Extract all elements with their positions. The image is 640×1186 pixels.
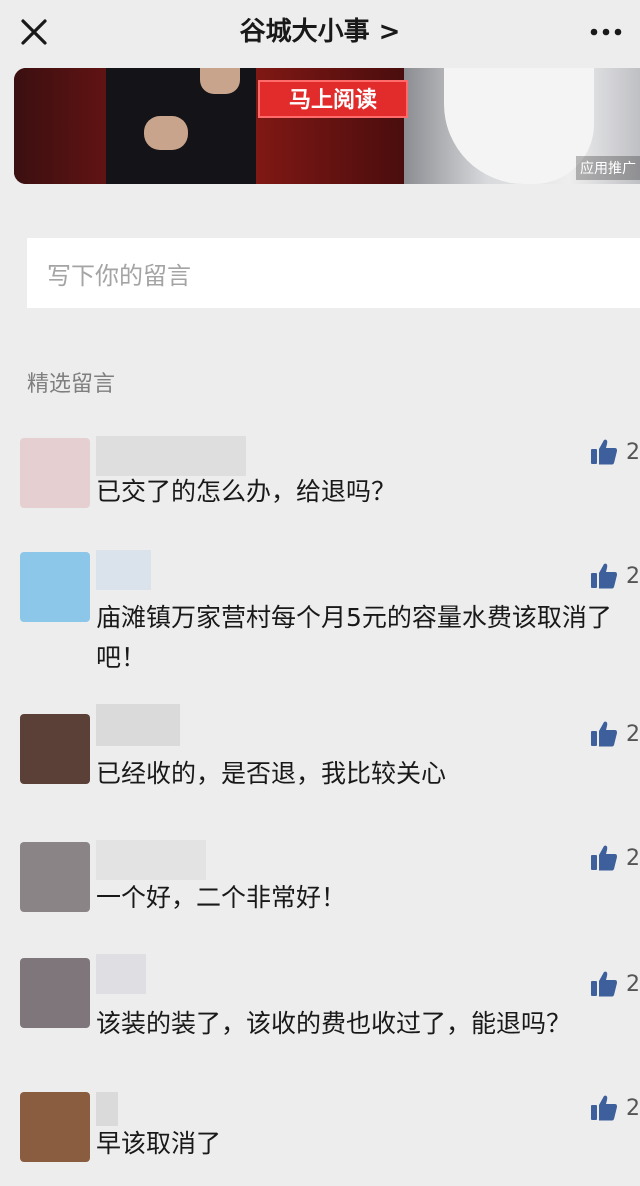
comment-text: 庙滩镇万家营村每个月5元的容量水费该取消了吧！ (96, 603, 612, 672)
comment-text: 一个好，二个非常好！ (96, 883, 347, 912)
avatar (20, 438, 90, 508)
thumbs-up-icon (591, 845, 617, 871)
like-count: 2 (626, 564, 640, 589)
like-count: 2 (626, 972, 640, 997)
featured-comments-label: 精选留言 (27, 372, 116, 397)
avatar (20, 552, 90, 622)
like-button[interactable]: 2 (590, 720, 640, 750)
ad-banner[interactable]: 马上阅读 应用推广 (14, 68, 640, 184)
comment-text: 该装的装了，该收的费也收过了，能退吗？ (96, 1009, 572, 1038)
username-blurred (96, 954, 146, 994)
like-button[interactable]: 2 (590, 1094, 640, 1124)
page-title[interactable]: 谷城大小事 > (0, 14, 640, 50)
comment-text: 早该取消了 (96, 1129, 222, 1158)
like-count: 2 (626, 722, 640, 747)
like-button[interactable]: 2 (590, 844, 640, 874)
like-button[interactable]: 2 (590, 970, 640, 1000)
thumbs-up-icon (591, 971, 617, 997)
comment-text: 已交了的怎么办，给退吗？ (96, 477, 397, 506)
username-blurred (96, 704, 180, 746)
ad-tag: 应用推广 (576, 156, 640, 180)
avatar (20, 958, 90, 1028)
comment-input[interactable]: 写下你的留言 (27, 238, 640, 308)
thumbs-up-icon (591, 439, 617, 465)
like-count: 2 (626, 846, 640, 871)
thumbs-up-icon (591, 563, 617, 589)
like-count: 2 (626, 1096, 640, 1121)
avatar (20, 1092, 90, 1162)
like-button[interactable]: 2 (590, 438, 640, 468)
more-icon (590, 28, 622, 36)
avatar (20, 842, 90, 912)
comment-input-placeholder: 写下你的留言 (47, 262, 191, 290)
more-button[interactable] (586, 14, 626, 50)
like-button[interactable]: 2 (590, 562, 640, 592)
top-bar: 谷城大小事 > (0, 0, 640, 64)
username-blurred (96, 840, 206, 880)
comment-text: 已经收的，是否退，我比较关心 (96, 759, 447, 788)
username-blurred (96, 1092, 118, 1126)
ad-image-hand (200, 68, 240, 94)
thumbs-up-icon (591, 721, 617, 747)
thumbs-up-icon (591, 1095, 617, 1121)
read-now-button[interactable]: 马上阅读 (258, 80, 408, 118)
avatar (20, 714, 90, 784)
ad-image-hand (144, 116, 188, 150)
username-blurred (96, 436, 246, 476)
username-blurred (96, 550, 151, 590)
like-count: 2 (626, 440, 640, 465)
